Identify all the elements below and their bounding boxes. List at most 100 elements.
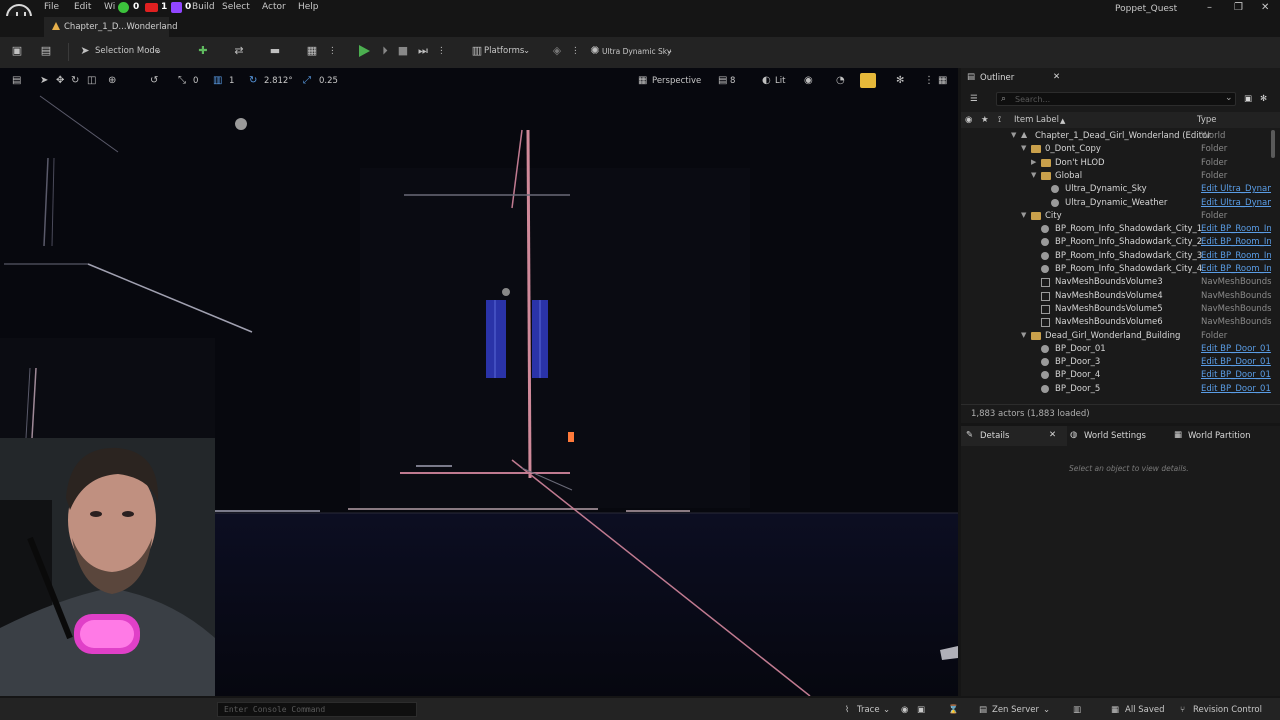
edit-blueprint-link[interactable]: Edit BP_Door_01 <box>1201 370 1271 380</box>
step-icon[interactable]: ⏵ <box>378 45 392 57</box>
lit-icon[interactable]: ◐ <box>762 75 771 86</box>
grid-size-value[interactable]: 1 <box>229 76 234 86</box>
zen-icon[interactable]: ▤ <box>979 705 987 715</box>
chevron-down-icon[interactable]: ⌄ <box>1043 705 1050 715</box>
outliner-row[interactable]: ▼ ▲ Chapter_1_Dead_Girl_Wonderland (Editor… <box>961 130 1271 143</box>
scale-snap-icon[interactable]: ⤢ <box>303 75 311 86</box>
world-local-icon[interactable]: ⊕ <box>108 75 116 86</box>
sky-icon[interactable]: ✺ <box>588 45 602 57</box>
outliner-row[interactable]: ▶ Don't HLOD Folder <box>961 157 1271 170</box>
platforms-icon[interactable]: ▥ <box>470 45 484 57</box>
add-folder-icon[interactable]: ▣ <box>1244 94 1252 104</box>
column-item-label[interactable]: Item Label <box>1014 115 1059 125</box>
show-flags-icon[interactable]: ◉ <box>804 75 813 86</box>
layout-icon[interactable]: ▦ <box>938 75 947 86</box>
menu-actor[interactable]: Actor <box>262 2 286 12</box>
expand-arrow-icon[interactable]: ▼ <box>1021 211 1026 219</box>
edit-blueprint-link[interactable]: Edit BP_Door_01 <box>1201 357 1271 367</box>
chevron-down-icon[interactable]: ⌄ <box>155 46 162 56</box>
more-options-icon[interactable]: ⋮ <box>328 46 337 56</box>
realtime-toggle-icon[interactable] <box>860 73 876 88</box>
outliner-row[interactable]: NavMeshBoundsVolume3 NavMeshBounds\ <box>961 276 1271 289</box>
expand-arrow-icon[interactable]: ▼ <box>1011 131 1016 139</box>
edit-blueprint-link[interactable]: Edit BP_Room_Inf <box>1201 264 1271 274</box>
edit-blueprint-link[interactable]: Edit BP_Room_Inf <box>1201 224 1271 234</box>
grid-snap-icon[interactable]: ⤡ <box>178 75 186 86</box>
column-type[interactable]: Type <box>1197 115 1217 125</box>
outliner-row[interactable]: BP_Room_Info_Shadowdark_City_2 Edit BP_Ro… <box>961 236 1271 249</box>
menu-build[interactable]: Build <box>192 2 215 12</box>
chevron-down-icon[interactable]: ⌄ <box>883 705 890 715</box>
expand-arrow-icon[interactable]: ▼ <box>1031 171 1036 179</box>
surface-snap-icon[interactable]: ↺ <box>150 75 158 86</box>
console-input[interactable]: Enter Console Command <box>217 702 417 717</box>
outliner-row[interactable]: BP_Room_Info_Shadowdark_City_1 Edit BP_Ro… <box>961 223 1271 236</box>
menu-select[interactable]: Select <box>222 2 250 12</box>
rotation-snap-value[interactable]: 2.812° <box>264 76 293 86</box>
camera-speed-value[interactable]: 8 <box>730 76 735 86</box>
trace-icon[interactable]: ⌇ <box>845 705 849 715</box>
select-tool-icon[interactable]: ➤ <box>40 75 48 86</box>
screenshot-icon[interactable]: ▣ <box>917 705 925 715</box>
chevron-down-icon[interactable]: ⌄ <box>666 46 673 56</box>
minimize-icon[interactable]: – <box>1207 2 1212 13</box>
revision-control-icon[interactable]: ⑂ <box>1180 705 1185 715</box>
search-box[interactable]: ⌕ Search... ⌄ <box>996 92 1236 106</box>
play-options-icon[interactable]: ⋮ <box>437 46 446 56</box>
scrollbar[interactable] <box>1271 130 1275 158</box>
translate-icon[interactable]: ✥ <box>56 75 64 86</box>
saved-icon[interactable]: ▦ <box>1111 705 1119 715</box>
trace-dropdown[interactable]: Trace <box>857 705 880 715</box>
outliner-tab[interactable]: Outliner <box>980 73 1014 83</box>
scale-icon[interactable]: ◫ <box>87 75 96 86</box>
cinematics-icon[interactable]: ▬ <box>268 45 282 57</box>
menu-help[interactable]: Help <box>298 2 319 12</box>
performance-icon[interactable]: ◔ <box>836 75 845 86</box>
outliner-row[interactable]: Ultra_Dynamic_Weather Edit Ultra_Dynami <box>961 197 1271 210</box>
modes-icon[interactable]: ▦ <box>305 45 319 57</box>
outliner-row[interactable]: BP_Door_01 Edit BP_Door_01 <box>961 343 1271 356</box>
play-icon[interactable] <box>359 45 370 57</box>
outliner-row[interactable]: ▼ City Folder <box>961 210 1271 223</box>
edit-blueprint-link[interactable]: Edit BP_Room_Inf <box>1201 237 1271 247</box>
stop-icon[interactable]: ■ <box>396 45 410 57</box>
selection-mode-dropdown[interactable]: Selection Mode <box>95 46 160 56</box>
menu-window[interactable]: Wi <box>104 2 115 12</box>
outliner-row[interactable]: Ultra_Dynamic_Sky Edit Ultra_Dynami <box>961 183 1271 196</box>
save-icon[interactable]: ▣ <box>10 45 24 57</box>
outliner-row[interactable]: BP_Room_Info_Shadowdark_City_3 Edit BP_Ro… <box>961 250 1271 263</box>
details-tab[interactable]: Details <box>980 431 1009 441</box>
outliner-row[interactable]: NavMeshBoundsVolume6 NavMeshBounds\ <box>961 316 1271 329</box>
rotation-snap-icon[interactable]: ↻ <box>249 75 257 86</box>
outliner-row[interactable]: BP_Door_5 Edit BP_Door_01 <box>961 383 1271 396</box>
record-icon[interactable]: ◉ <box>901 705 908 715</box>
edit-blueprint-link[interactable]: Edit BP_Door_01 <box>1201 344 1271 354</box>
chevron-down-icon[interactable]: ⌄ <box>523 46 530 56</box>
close-icon[interactable]: ✕ <box>1053 72 1060 82</box>
star-icon[interactable]: ★ <box>981 115 989 125</box>
outliner-row[interactable]: NavMeshBoundsVolume4 NavMeshBounds\ <box>961 290 1271 303</box>
outliner-row[interactable]: NavMeshBoundsVolume5 NavMeshBounds\ <box>961 303 1271 316</box>
zen-server[interactable]: Zen Server <box>992 705 1039 715</box>
camera-icon[interactable]: ▦ <box>638 75 647 86</box>
filter-icon[interactable]: ☰ <box>970 94 978 104</box>
launch-icon[interactable]: ⏭ <box>416 45 430 57</box>
viewport-options-icon[interactable]: ▤ <box>12 75 21 86</box>
edit-blueprint-link[interactable]: Edit BP_Room_Inf <box>1201 251 1271 261</box>
outliner-row[interactable]: BP_Room_Info_Shadowdark_City_4 Edit BP_Ro… <box>961 263 1271 276</box>
revision-control[interactable]: Revision Control <box>1193 705 1262 715</box>
lit-dropdown[interactable]: Lit <box>775 76 785 86</box>
grid-icon[interactable]: ▥ <box>213 75 222 86</box>
close-icon[interactable]: ✕ <box>1049 430 1056 440</box>
close-icon[interactable]: ✕ <box>1261 2 1269 13</box>
search-input[interactable]: Search... <box>1015 95 1050 104</box>
more-options-icon[interactable]: ⋮ <box>571 46 580 56</box>
add-actor-icon[interactable]: ✚ <box>196 45 210 57</box>
world-settings-tab[interactable]: World Settings <box>1084 431 1146 441</box>
derived-data-icon[interactable]: ⌛ <box>948 705 959 715</box>
edit-blueprint-link[interactable]: Edit Ultra_Dynami <box>1201 198 1271 208</box>
edit-blueprint-link[interactable]: Edit BP_Door_01 <box>1201 384 1271 394</box>
menu-edit[interactable]: Edit <box>74 2 91 12</box>
source-control-icon[interactable]: ◈ <box>550 45 564 57</box>
pin-icon[interactable]: ⟟ <box>998 115 1001 125</box>
